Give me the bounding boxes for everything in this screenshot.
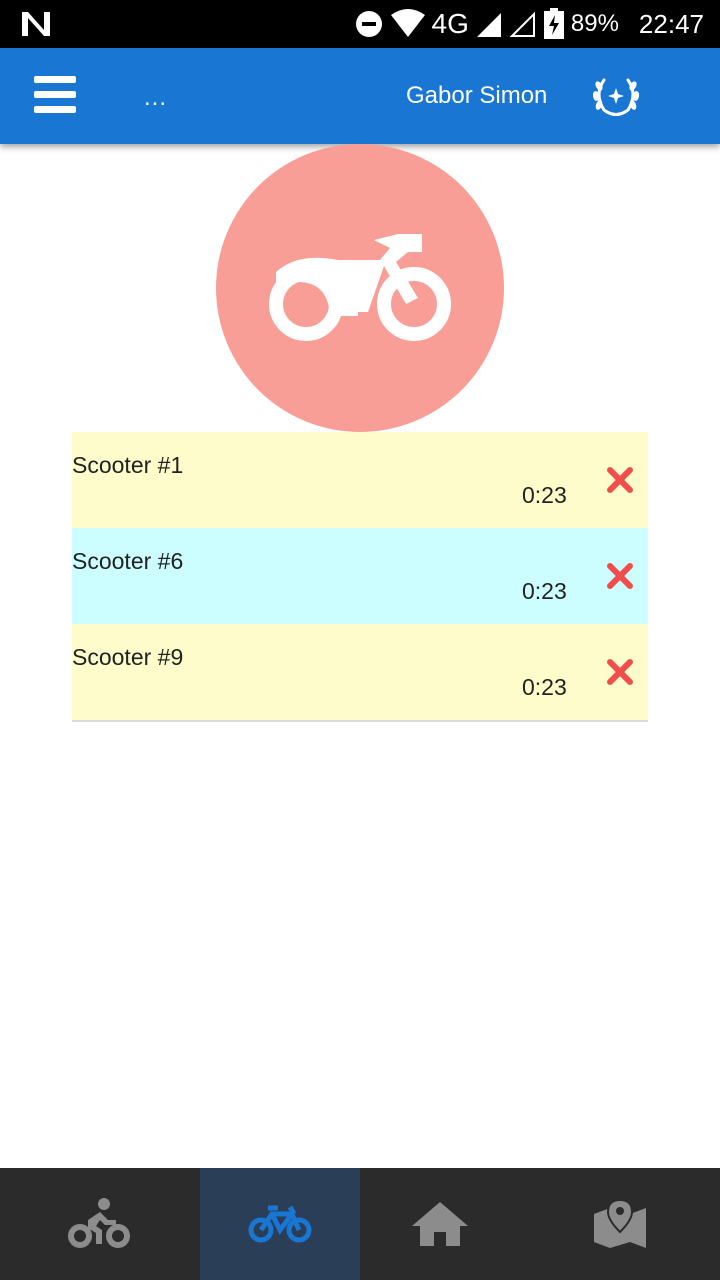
vehicle-name: Scooter #6	[72, 548, 184, 574]
remove-icon[interactable]	[606, 658, 634, 686]
motorcycle-icon	[269, 234, 451, 341]
list-item[interactable]: Scooter #1 0:23	[72, 432, 648, 528]
do-not-disturb-icon	[355, 11, 382, 37]
map-icon	[594, 1198, 646, 1248]
nav-item-cyclist[interactable]	[0, 1168, 200, 1280]
bicycle-icon	[248, 1205, 312, 1243]
network-type: 4G	[431, 8, 469, 39]
list-item[interactable]: Scooter #9 0:23	[72, 624, 648, 720]
app-title: ...	[144, 84, 168, 111]
notification-n-icon	[22, 12, 50, 36]
remove-icon[interactable]	[606, 466, 634, 494]
signal-outline-icon	[509, 11, 535, 37]
nav-item-bicycle[interactable]	[200, 1168, 360, 1280]
battery-level: 89%	[570, 10, 619, 37]
menu-bar	[34, 76, 76, 83]
rental-duration: 0:23	[522, 674, 567, 700]
menu-button[interactable]	[34, 76, 78, 116]
nav-item-map[interactable]	[520, 1168, 720, 1280]
wifi-icon	[390, 9, 425, 37]
menu-bar	[34, 91, 76, 98]
rental-list: Scooter #1 0:23 Scooter #6 0:23 Scooter …	[72, 432, 648, 722]
nav-item-home[interactable]	[360, 1168, 520, 1280]
vehicle-name: Scooter #9	[72, 644, 184, 670]
app-bar: ... Gabor Simon	[0, 48, 720, 144]
clock: 22:47	[638, 8, 704, 39]
rental-duration: 0:23	[522, 578, 567, 604]
list-item[interactable]: Scooter #6 0:23	[72, 528, 648, 624]
menu-bar	[34, 106, 76, 113]
battery-charging-icon	[543, 8, 564, 39]
laurel-badge-icon[interactable]	[590, 72, 642, 120]
cyclist-icon	[68, 1198, 130, 1248]
status-bar: 4G 89% 22:47	[0, 0, 720, 48]
signal-icon	[476, 13, 501, 37]
remove-icon[interactable]	[606, 562, 634, 590]
bottom-navigation	[0, 1168, 720, 1280]
user-name[interactable]: Gabor Simon	[406, 82, 547, 110]
home-icon	[412, 1202, 468, 1246]
vehicle-name: Scooter #1	[72, 452, 184, 478]
vehicle-avatar	[216, 144, 504, 432]
rental-duration: 0:23	[522, 482, 567, 508]
